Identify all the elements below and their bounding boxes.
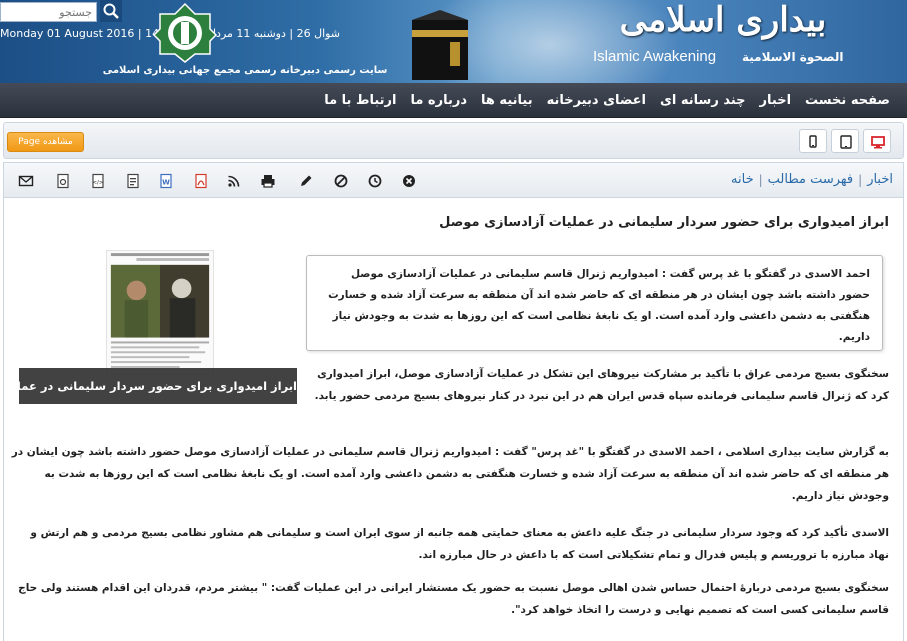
breadcrumb-separator-icon: | [858, 172, 863, 187]
mail-icon[interactable] [18, 173, 34, 189]
site-title-arabic: الصحوة الاسلامية [742, 50, 844, 64]
article-toolbar: </> W خانه | فهرست مطالب | اخبار [3, 162, 904, 198]
pdf-icon[interactable] [193, 173, 209, 189]
html-icon[interactable]: </> [90, 173, 106, 189]
nav-item-multimedia[interactable]: چند رسانه ای [653, 93, 753, 108]
breadcrumb-separator-icon: | [758, 172, 763, 187]
word-icon[interactable]: W [158, 173, 174, 189]
breadcrumb-news[interactable]: اخبار [867, 172, 893, 187]
site-tagline: سایت رسمی دبیرخانه رسمی مجمع جهانی بیدار… [102, 65, 388, 76]
block-icon[interactable] [333, 173, 349, 189]
rss-icon[interactable] [226, 173, 242, 189]
site-title[interactable]: بیداری اسلامی [592, 0, 854, 40]
search-input[interactable] [0, 2, 97, 22]
breadcrumb: خانه | فهرست مطالب | اخبار [731, 172, 893, 187]
mobile-view-button[interactable] [799, 129, 827, 153]
search-icon[interactable] [100, 0, 122, 22]
edit-icon[interactable] [298, 173, 314, 189]
article-paragraph-2: به گزارش سایت بیداری اسلامی ، احمد الاسد… [11, 446, 889, 502]
nav-item-secretariat-members[interactable]: اعضای دبیرخانه [540, 93, 653, 108]
site-header-banner: Monday 01 August 2016 | 1437 شوال 26 | د… [0, 0, 907, 83]
article-paragraph-4: سخنگوی بسیج مردمی دربارۀ احتمال حساس شدن… [18, 582, 889, 616]
page-view-button[interactable]: مشاهده Page [7, 132, 84, 152]
nav-item-contact[interactable]: ارتباط با ما [317, 93, 403, 108]
article-content: ابراز امیدواری برای حضور سردار سلیمانی د… [3, 198, 904, 641]
breadcrumb-home[interactable]: خانه [731, 172, 754, 187]
article-title: ابراز امیدواری برای حضور سردار سلیمانی د… [439, 215, 889, 230]
document-icon[interactable] [55, 173, 71, 189]
mobile-icon [809, 135, 817, 148]
article-image[interactable] [106, 250, 214, 375]
desktop-icon [871, 136, 885, 149]
svg-text:W: W [162, 179, 170, 187]
main-navbar: صفحه نخست اخبار چند رسانه ای اعضای دبیرخ… [0, 83, 907, 118]
article-lead-box: احمد الاسدی در گفتگو با غد پرس گفت : امی… [306, 255, 883, 351]
nav-item-about[interactable]: درباره ما [403, 93, 474, 108]
image-caption: ابراز امیدواری برای حضور سردار سلیمانی د… [19, 368, 297, 404]
nav-menu: صفحه نخست اخبار چند رسانه ای اعضای دبیرخ… [317, 83, 897, 118]
tablet-view-button[interactable] [831, 129, 859, 153]
article-lead: احمد الاسدی در گفتگو با غد پرس گفت : امی… [328, 268, 870, 343]
tablet-icon [840, 135, 852, 149]
view-toolbar: مشاهده Page [3, 122, 904, 159]
article-paragraph-1: سخنگوی بسیج مردمی عراق با تأکید بر مشارک… [314, 368, 889, 402]
print-icon[interactable] [260, 173, 276, 189]
desktop-view-button[interactable] [863, 129, 891, 153]
kaaba-image [412, 10, 468, 80]
logo-emblem-icon[interactable] [152, 2, 218, 64]
page-root: Monday 01 August 2016 | 1437 شوال 26 | د… [0, 0, 907, 641]
nav-item-statements[interactable]: بیانیه ها [474, 93, 540, 108]
svg-text:</>: </> [92, 180, 103, 186]
clock-icon[interactable] [367, 173, 383, 189]
article-paragraph-3: الاسدی تأکید کرد که وجود سردار سلیمانی د… [30, 527, 889, 561]
close-icon[interactable] [401, 173, 417, 189]
nav-item-home[interactable]: صفحه نخست [798, 93, 897, 108]
breadcrumb-contents[interactable]: فهرست مطالب [768, 172, 853, 187]
nav-item-news[interactable]: اخبار [753, 93, 799, 108]
site-title-english: Islamic Awakening [593, 48, 717, 65]
text-file-icon[interactable] [125, 173, 141, 189]
